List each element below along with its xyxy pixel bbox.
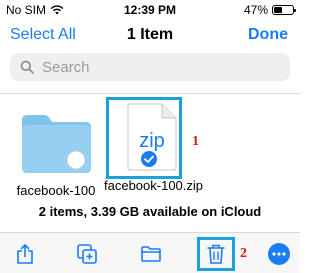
nav-bar: Select All 1 Item Done [0, 20, 300, 50]
battery-fill [274, 7, 282, 13]
duplicate-icon [77, 244, 97, 264]
move-button[interactable] [138, 241, 164, 267]
more-button[interactable] [266, 241, 292, 267]
folder-icon [22, 115, 91, 173]
annotation-marker-1: 1 [192, 134, 199, 149]
select-all-button[interactable]: Select All [10, 26, 76, 44]
file-name: facebook-100 [16, 183, 96, 198]
search-bar[interactable] [10, 53, 290, 81]
share-icon [17, 244, 33, 264]
status-bar: No SIM 12:39 PM 47% [0, 0, 300, 20]
file-item-folder[interactable]: facebook-100 [12, 112, 100, 198]
annotation-marker-2: 2 [240, 246, 247, 261]
status-right: 47% [243, 3, 296, 17]
bottom-toolbar [0, 233, 300, 273]
battery-percent: 47% [243, 3, 268, 17]
delete-highlight-box [197, 237, 235, 271]
divider [0, 93, 300, 94]
done-button[interactable]: Done [248, 26, 288, 44]
move-folder-icon [141, 246, 161, 262]
battery-icon [272, 5, 296, 15]
more-icon [268, 243, 290, 265]
storage-info: 2 items, 3.39 GB available on iCloud [38, 204, 262, 219]
search-icon [20, 60, 34, 74]
duplicate-button[interactable] [74, 241, 100, 267]
file-name: facebook-100.zip [104, 178, 204, 193]
search-input[interactable] [40, 57, 274, 77]
highlight-box [106, 97, 182, 179]
share-button[interactable] [12, 241, 38, 267]
